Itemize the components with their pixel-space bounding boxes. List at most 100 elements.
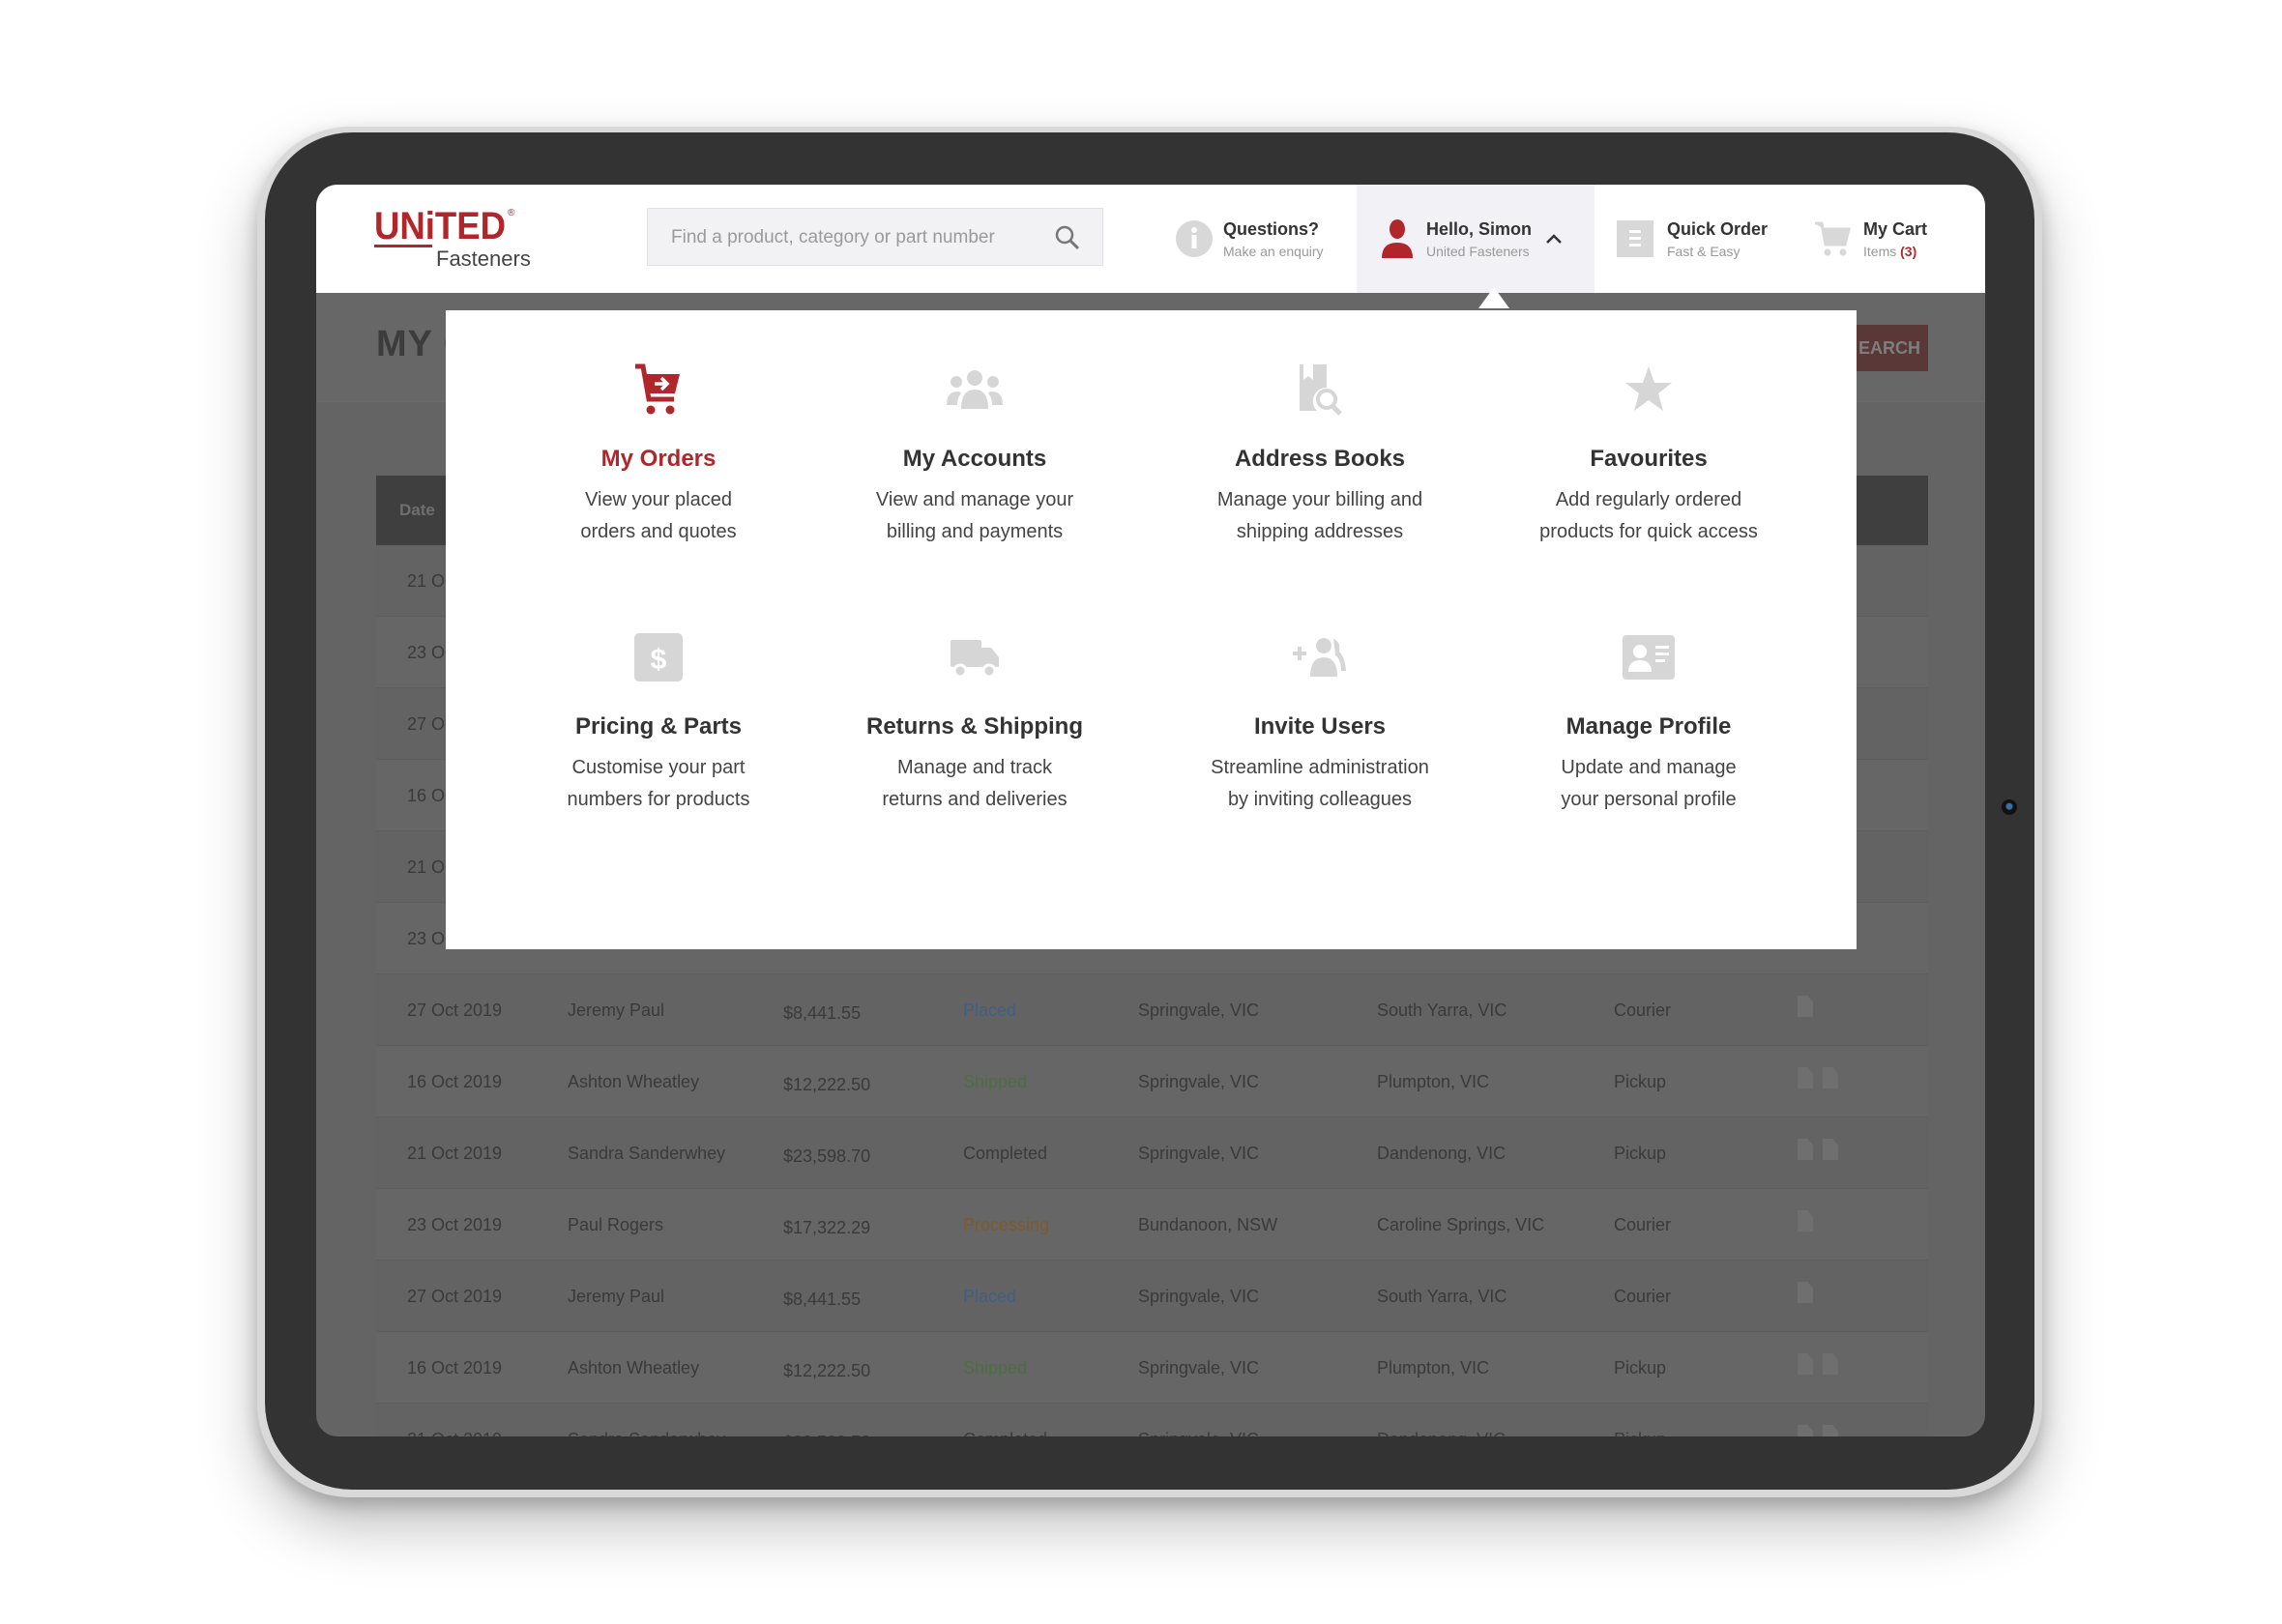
document-icon[interactable] <box>1798 1210 1813 1232</box>
menu-item-returns-shipping[interactable]: Returns & Shipping Manage and track retur… <box>810 626 1139 816</box>
row-date: 21 Oct 2019 <box>407 1144 503 1163</box>
row-name: Jeremy Paul <box>568 1287 665 1306</box>
document-icon[interactable] <box>1798 1282 1813 1303</box>
menu-item-title: Returns & Shipping <box>866 713 1083 740</box>
row-name: Sandra Sanderwhey <box>568 1430 725 1436</box>
menu-item-description: by inviting colleagues <box>1227 789 1413 810</box>
row-from: Springvale, VIC <box>1138 1358 1260 1378</box>
document-icon[interactable] <box>1798 1139 1813 1160</box>
row-name: Ashton Wheatley <box>568 1358 700 1378</box>
united-fasteners-logo[interactable]: UNiTED ® Fasteners <box>374 204 589 272</box>
row-amount: $17,322.29 <box>783 1218 871 1237</box>
row-date: 16 Oct 2019 <box>407 1358 503 1378</box>
row-amount: $23,598.70 <box>783 1146 871 1166</box>
row-method: Pickup <box>1614 1144 1667 1163</box>
row-documents <box>1798 1425 1838 1436</box>
document-icon[interactable] <box>1823 1067 1838 1088</box>
cart-link[interactable]: My Cart Items (3) <box>1813 185 1927 293</box>
site-header: UNiTED ® Fasteners Questions? Make an enq… <box>316 185 1985 293</box>
questions-link[interactable]: Questions? Make an enquiry <box>1175 185 1324 293</box>
menu-item-address-books[interactable]: Address Books Manage your billing and shi… <box>1156 359 1484 548</box>
questions-title: Questions? <box>1223 218 1320 239</box>
cart-items-label: Items <box>1863 243 1897 259</box>
menu-item-description: returns and deliveries <box>882 789 1068 810</box>
users-icon <box>810 359 1139 420</box>
menu-item-description: orders and quotes <box>580 521 737 542</box>
menu-item-manage-profile[interactable]: Manage Profile Update and manage your per… <box>1484 626 1813 816</box>
row-name: Paul Rogers <box>568 1215 664 1234</box>
menu-item-description: products for quick access <box>1539 521 1758 542</box>
svg-text:Fasteners: Fasteners <box>436 246 531 271</box>
row-to: Plumpton, VIC <box>1377 1072 1490 1091</box>
row-date: 21 Oct 2019 <box>407 1430 502 1436</box>
row-method: Courier <box>1614 1287 1672 1306</box>
table-row[interactable]: 27 Oct 2019 Jeremy Paul $8,441.55 Placed… <box>376 1261 1928 1332</box>
row-method: Courier <box>1614 1215 1672 1234</box>
id-card-icon <box>1484 626 1813 688</box>
row-date: 27 Oct 2019 <box>407 1000 503 1020</box>
menu-item-description: Manage and track <box>896 757 1053 778</box>
search-input[interactable] <box>669 209 1040 267</box>
row-date: 23 Oct 2019 <box>407 1215 503 1234</box>
document-icon[interactable] <box>1798 1353 1813 1375</box>
menu-item-pricing-parts[interactable]: $ Pricing & Parts Customise your part num… <box>494 626 823 816</box>
document-icon[interactable] <box>1823 1139 1838 1160</box>
menu-item-description: Add regularly ordered <box>1555 489 1742 510</box>
star-icon <box>1484 359 1813 420</box>
svg-text:UNiTED: UNiTED <box>374 205 506 247</box>
menu-item-favourites[interactable]: Favourites Add regularly ordered products… <box>1484 359 1813 548</box>
row-status: Completed <box>963 1430 1047 1436</box>
table-row[interactable]: 27 Oct 2019 Jeremy Paul $8,441.55 Placed… <box>376 974 1928 1046</box>
quick-order-link[interactable]: Quick Order Fast & Easy <box>1617 185 1768 293</box>
screen: MY O EARCH Date 21 Oc 23 Oc 27 Oc 16 Oc 21 O… <box>316 185 1985 1436</box>
user-icon <box>1382 219 1413 258</box>
menu-item-description: numbers for products <box>567 789 750 810</box>
row-to: Caroline Springs, VIC <box>1377 1215 1545 1234</box>
menu-item-title: Address Books <box>1234 446 1406 472</box>
table-row[interactable]: 21 Oct 2019 Sandra Sanderwhey $23,598.70… <box>376 1404 1928 1436</box>
info-icon <box>1176 220 1213 257</box>
document-icon[interactable] <box>1823 1353 1838 1375</box>
row-status: Placed <box>963 1287 1017 1306</box>
table-row[interactable]: 16 Oct 2019 Ashton Wheatley $12,222.50 S… <box>376 1046 1928 1117</box>
row-status: Completed <box>963 1144 1048 1163</box>
svg-text:®: ® <box>508 208 515 218</box>
row-method: Pickup <box>1614 1072 1667 1091</box>
menu-item-description: Manage your billing and <box>1216 489 1423 510</box>
document-icon[interactable] <box>1798 1067 1813 1088</box>
row-date: 27 Oct 2019 <box>407 1287 503 1306</box>
row-to: South Yarra, VIC <box>1377 1287 1507 1306</box>
row-from: Springvale, VIC <box>1138 1144 1260 1163</box>
search-orders-button[interactable]: EARCH <box>1851 325 1928 371</box>
menu-item-my-orders[interactable]: My Orders View your placed orders and quo… <box>494 359 823 548</box>
document-icon[interactable] <box>1798 1425 1813 1436</box>
search-icon[interactable] <box>1054 224 1081 251</box>
menu-item-description: Update and manage <box>1561 757 1737 778</box>
user-plus-icon <box>1156 626 1484 688</box>
table-row[interactable]: 21 Oct 2019 Sandra Sanderwhey $23,598.70… <box>376 1117 1928 1189</box>
menu-item-title: Manage Profile <box>1565 713 1732 740</box>
row-amount: $8,441.55 <box>783 1003 862 1023</box>
row-name: Sandra Sanderwhey <box>568 1144 726 1163</box>
row-documents <box>1798 996 1813 1017</box>
cart-icon <box>1815 221 1851 256</box>
account-company: United Fasteners <box>1426 243 1530 259</box>
account-dropdown-panel: My Orders View your placed orders and quo… <box>446 310 1857 949</box>
document-icon[interactable] <box>1798 996 1813 1017</box>
menu-item-description: your personal profile <box>1561 789 1737 810</box>
cart-arrow-icon <box>494 359 823 420</box>
account-menu-toggle[interactable]: Hello, Simon United Fasteners <box>1357 185 1594 293</box>
menu-item-description: Streamline administration <box>1211 757 1429 778</box>
document-icon[interactable] <box>1823 1425 1838 1436</box>
menu-item-my-accounts[interactable]: My Accounts View and manage your billing … <box>810 359 1139 548</box>
row-amount: $12,222.50 <box>783 1075 871 1094</box>
table-row[interactable]: 23 Oct 2019 Paul Rogers $17,322.29 Proce… <box>376 1189 1928 1261</box>
row-date: 16 Oct 2019 <box>407 1072 503 1091</box>
row-documents <box>1798 1353 1838 1375</box>
menu-item-description: View and manage your <box>875 489 1074 510</box>
row-method: Pickup <box>1614 1430 1666 1436</box>
table-row[interactable]: 16 Oct 2019 Ashton Wheatley $12,222.50 S… <box>376 1332 1928 1404</box>
dropdown-caret <box>1478 287 1509 308</box>
menu-item-invite-users[interactable]: Invite Users Streamline administration by… <box>1156 626 1484 816</box>
dollar-icon: $ <box>494 626 823 688</box>
